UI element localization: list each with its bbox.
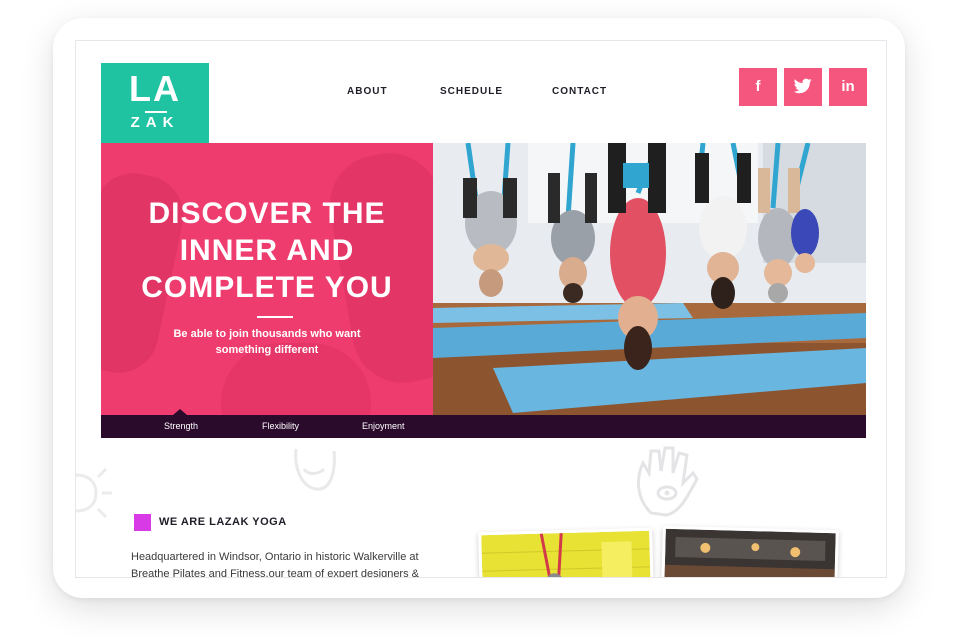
logo-bottom-text: ZAK [130, 114, 180, 131]
lazak-logo[interactable]: LA ZAK [101, 63, 209, 143]
tab-enjoyment[interactable]: Enjoyment [362, 415, 405, 438]
hero-divider [257, 316, 293, 318]
hand-outline-icon [294, 448, 336, 491]
section-title: WE ARE LAZAK YOGA [159, 516, 287, 528]
twitter-button[interactable] [784, 68, 822, 106]
website-viewport: LA ZAK ABOUT SCHEDULE CONTACT f in DISCO… [75, 40, 887, 578]
hero-banner: DISCOVER THE INNER AND COMPLETE YOU Be a… [101, 143, 433, 415]
logo-divider [145, 111, 167, 113]
aerial-yoga-illustration [433, 143, 866, 415]
nav-schedule[interactable]: SCHEDULE [440, 86, 503, 97]
headline-line-3: COMPLETE YOU [141, 271, 393, 304]
facebook-button[interactable]: f [739, 68, 777, 106]
feature-tabbar: Strength Flexibility Enjoyment [101, 409, 866, 438]
hero-subtext: Be able to join thousands who want somet… [173, 328, 361, 356]
nav-about[interactable]: ABOUT [347, 86, 388, 97]
sun-outline-icon [76, 467, 112, 519]
studio-photo-dark [661, 525, 839, 577]
studio-photo-yellow [478, 527, 654, 577]
facebook-icon: f [755, 78, 761, 95]
nav-contact[interactable]: CONTACT [552, 86, 607, 97]
tab-strength[interactable]: Strength [164, 415, 198, 438]
hero-yoga-photo [433, 143, 866, 415]
device-frame: LA ZAK ABOUT SCHEDULE CONTACT f in DISCO… [53, 18, 905, 598]
hamsa-hand-icon [637, 446, 699, 517]
linkedin-button[interactable]: in [829, 68, 867, 106]
section-body-text: Headquartered in Windsor, Ontario in his… [131, 551, 419, 578]
tab-flexibility[interactable]: Flexibility [262, 415, 299, 438]
hero-headline: DISCOVER THE INNER AND COMPLETE YOU [101, 195, 433, 306]
headline-line-1: DISCOVER THE [148, 197, 386, 230]
section-marker [134, 514, 151, 531]
linkedin-icon: in [841, 78, 855, 95]
twitter-icon [794, 78, 812, 94]
headline-line-2: INNER AND [179, 234, 355, 267]
